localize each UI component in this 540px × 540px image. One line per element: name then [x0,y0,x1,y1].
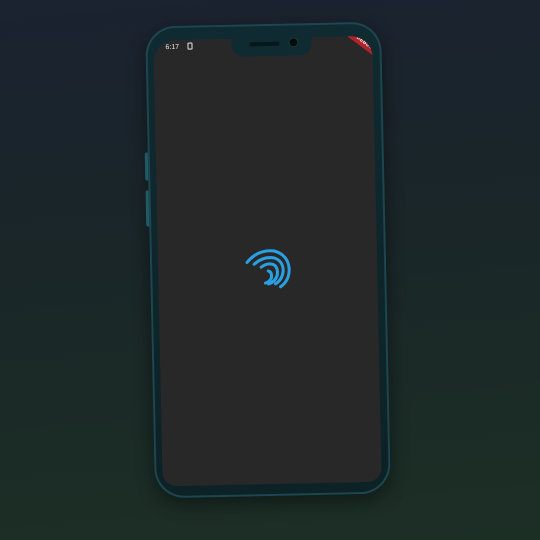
notch [231,35,312,57]
fingerprint-icon [245,249,291,289]
earpiece-speaker [249,41,280,47]
app-screen: 6:17 DEBUG [153,35,382,487]
front-camera [289,38,298,47]
phone-device: 6:17 DEBUG [144,21,391,499]
status-time: 6:17 [165,43,180,52]
sim-card-icon [187,42,193,50]
volume-up-button [144,152,149,181]
